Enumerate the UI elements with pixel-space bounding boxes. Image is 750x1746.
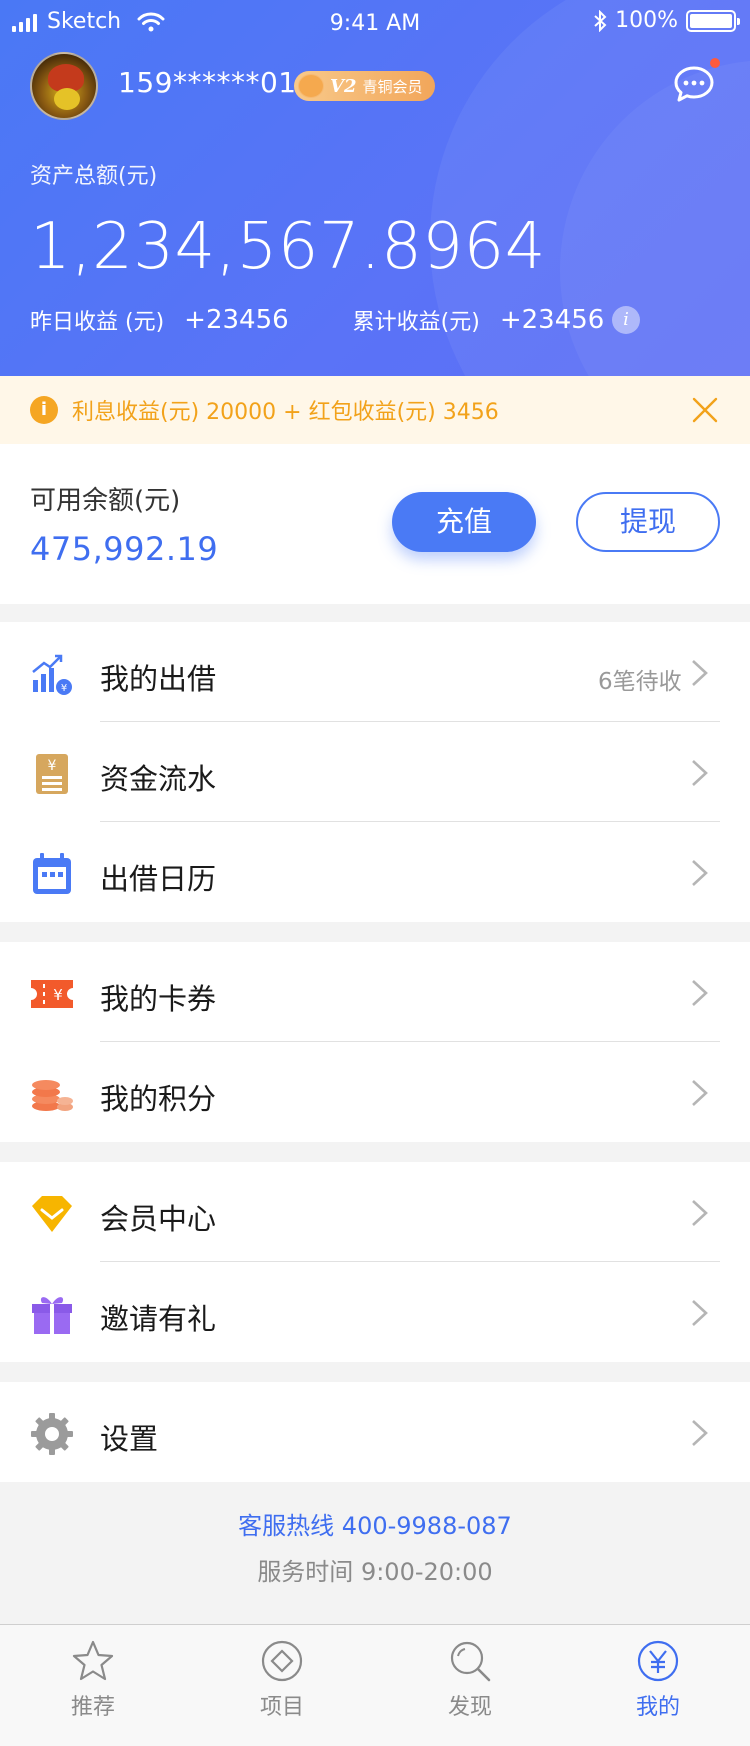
balance-label: 可用余额(元) — [30, 486, 181, 516]
menu-item-label: 出借日历 — [100, 862, 217, 896]
menu-item-fund-flow[interactable]: ¥ 资金流水 — [0, 722, 750, 822]
menu-group-lending: ¥ 我的出借 6笔待收 ¥ 资金流水 出借日历 — [0, 622, 750, 922]
tab-mine[interactable]: 我的 — [598, 1639, 718, 1721]
balance-value: 475,992.19 — [30, 530, 219, 568]
menu-group-member: 会员中心 邀请有礼 — [0, 1162, 750, 1362]
diamond-icon — [32, 1196, 72, 1232]
total-asset-value: 1,234,567.8964 — [30, 210, 546, 284]
coupon-icon: ¥ — [31, 980, 73, 1008]
gear-icon — [31, 1413, 73, 1455]
chevron-right-icon — [692, 1300, 708, 1326]
chevron-right-icon — [692, 860, 708, 886]
yesterday-earnings-value: +23456 — [184, 305, 289, 335]
vip-badge[interactable]: V2 青铜会员 — [294, 71, 435, 101]
chevron-right-icon — [692, 1420, 708, 1446]
coins-icon — [32, 1080, 73, 1111]
balance-card: 可用余额(元) 475,992.19 充值 提现 — [0, 444, 750, 604]
tab-label: 项目 — [259, 1695, 304, 1720]
status-bar: Sketch 9:41 AM 100% — [0, 0, 750, 46]
menu-item-member-center[interactable]: 会员中心 — [0, 1162, 750, 1262]
tab-bar: 推荐 项目 发现 我的 — [0, 1624, 750, 1746]
diamond-circle-icon — [261, 1640, 303, 1682]
avatar[interactable] — [30, 52, 98, 120]
recharge-button[interactable]: 充值 — [392, 492, 536, 552]
yuan-circle-icon — [637, 1640, 679, 1682]
tab-label: 我的 — [635, 1695, 680, 1720]
notice-info-icon: i — [30, 396, 58, 424]
menu-item-my-points[interactable]: 我的积分 — [0, 1042, 750, 1142]
chevron-right-icon — [692, 660, 708, 686]
unread-dot — [710, 58, 720, 68]
tab-label: 推荐 — [70, 1695, 115, 1720]
menu-item-lending-calendar[interactable]: 出借日历 — [0, 822, 750, 922]
tab-discover[interactable]: 发现 — [410, 1639, 530, 1721]
user-phone: 159******01 — [118, 66, 297, 99]
ledger-icon: ¥ — [36, 754, 68, 794]
yesterday-earnings-label: 昨日收益 (元) — [30, 310, 165, 335]
menu-item-my-coupons[interactable]: ¥ 我的卡券 — [0, 942, 750, 1042]
service-hotline[interactable]: 客服热线 400-9988-087 — [0, 1506, 750, 1541]
notice-text: 利息收益(元) 20000 + 红包收益(元) 3456 — [72, 400, 499, 425]
cumulative-earnings-label: 累计收益(元) — [352, 310, 480, 335]
total-asset-label: 资产总额(元) — [30, 164, 158, 189]
vip-crown-icon — [298, 74, 324, 98]
service-hours: 服务时间 9:00-20:00 — [257, 1558, 493, 1586]
calendar-icon — [33, 853, 71, 894]
menu-item-label: 设置 — [100, 1422, 159, 1456]
vip-name: 青铜会员 — [362, 77, 423, 96]
bluetooth-icon — [594, 9, 607, 32]
vip-level: V2 — [330, 75, 357, 97]
chevron-right-icon — [692, 980, 708, 1006]
menu-item-settings[interactable]: 设置 — [0, 1382, 750, 1482]
svg-text:¥: ¥ — [61, 683, 67, 694]
battery-percent: 100% — [615, 8, 678, 33]
menu-item-invite[interactable]: 邀请有礼 — [0, 1262, 750, 1362]
svg-text:¥: ¥ — [48, 758, 57, 774]
asset-header: Sketch 9:41 AM 100% 159******01 V2 青铜会员 … — [0, 0, 750, 376]
withdraw-button[interactable]: 提现 — [576, 492, 720, 552]
tab-projects[interactable]: 项目 — [222, 1639, 342, 1721]
menu-item-label: 会员中心 — [100, 1202, 217, 1236]
menu-group-rewards: ¥ 我的卡券 我的积分 — [0, 942, 750, 1142]
tab-label: 发现 — [447, 1695, 492, 1720]
chart-up-icon: ¥ — [32, 654, 72, 695]
search-icon — [450, 1641, 491, 1682]
menu-item-label: 我的卡券 — [100, 982, 217, 1016]
gift-icon — [32, 1297, 72, 1334]
svg-text:¥: ¥ — [53, 986, 63, 1004]
star-icon — [72, 1640, 114, 1681]
chevron-right-icon — [692, 760, 708, 786]
info-icon[interactable]: i — [612, 306, 640, 334]
close-icon[interactable] — [692, 397, 718, 423]
battery-icon — [686, 9, 740, 32]
chevron-right-icon — [692, 1080, 708, 1106]
earnings-notice: i 利息收益(元) 20000 + 红包收益(元) 3456 — [0, 376, 750, 444]
menu-group-settings: 设置 — [0, 1382, 750, 1482]
pending-count: 6笔待收 — [598, 669, 682, 695]
menu-item-label: 邀请有礼 — [100, 1302, 217, 1336]
menu-item-label: 资金流水 — [100, 762, 217, 796]
earnings-row: 昨日收益 (元) +23456 累计收益(元) +23456 — [30, 304, 604, 336]
cumulative-earnings-value: +23456 — [499, 305, 605, 335]
menu-item-my-lending[interactable]: ¥ 我的出借 6笔待收 — [0, 622, 750, 722]
menu-item-label: 我的积分 — [100, 1082, 217, 1116]
message-icon[interactable] — [674, 66, 714, 102]
chevron-right-icon — [692, 1200, 708, 1226]
menu-item-label: 我的出借 — [100, 662, 217, 696]
tab-recommend[interactable]: 推荐 — [33, 1639, 153, 1721]
